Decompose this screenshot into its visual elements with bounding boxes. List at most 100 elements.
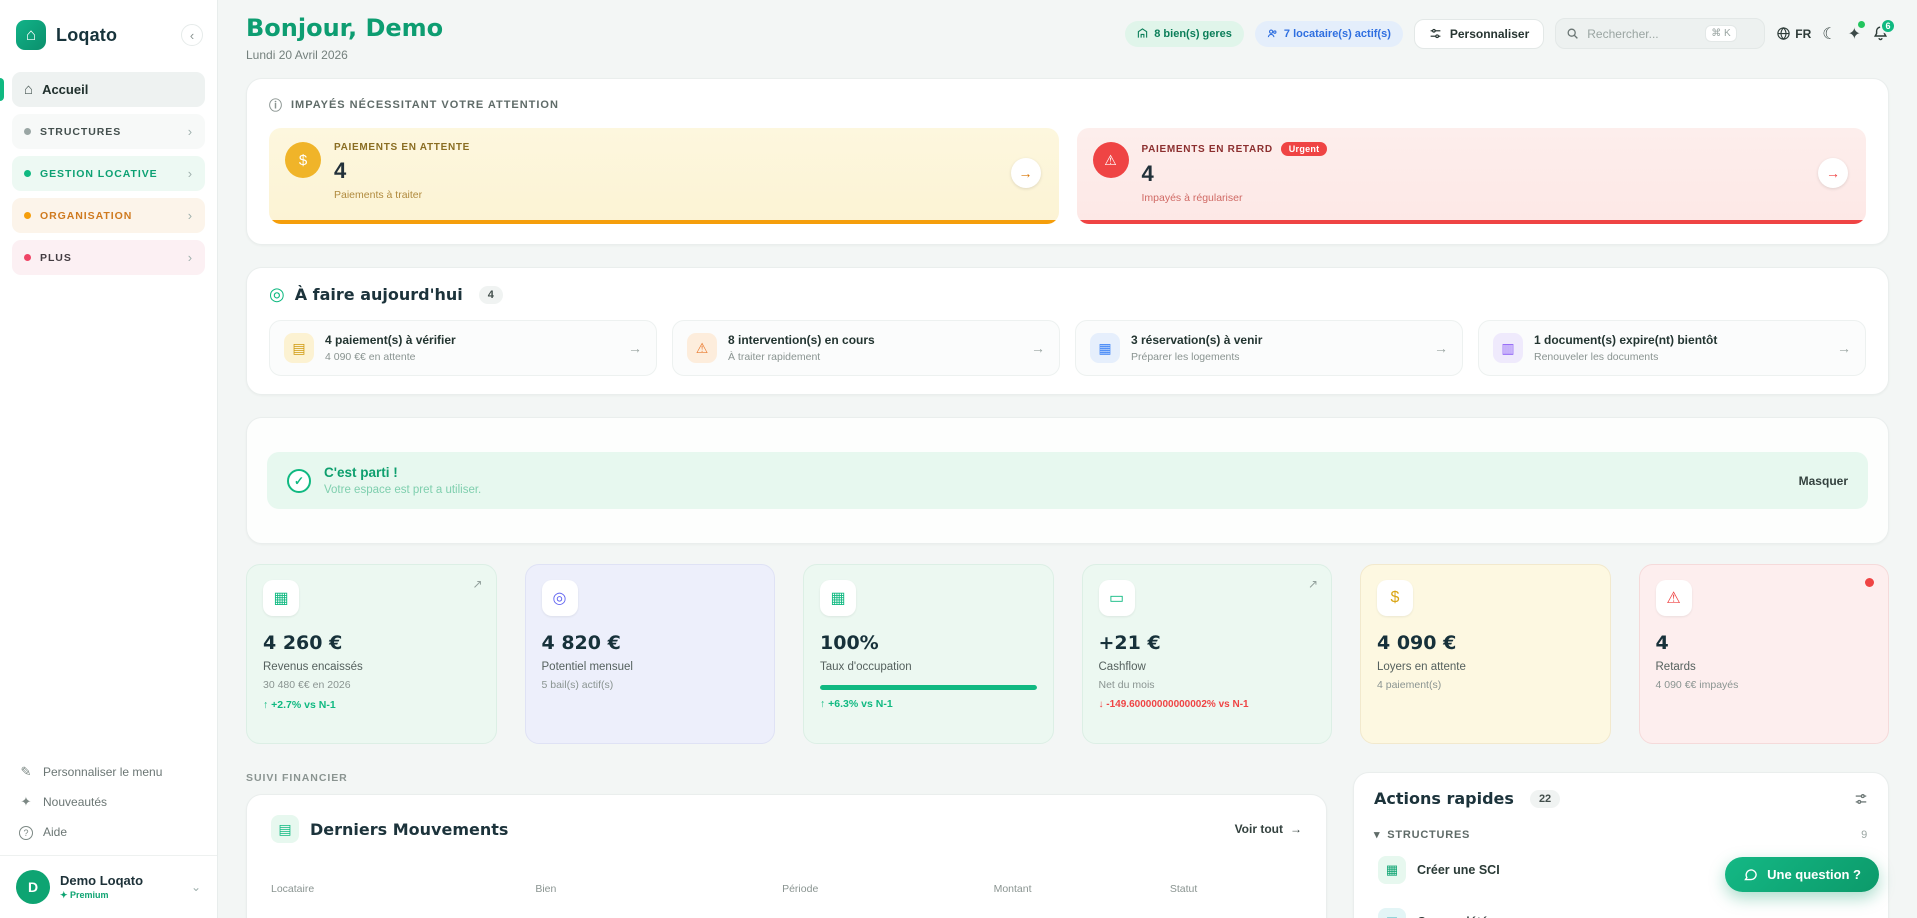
whats-new-link[interactable]: ✦ Nouveautés: [18, 787, 199, 817]
alert-subtitle: Impayés à régulariser: [1141, 192, 1243, 204]
onboarding-section: ✓ C'est parti ! Votre espace est pret a …: [246, 417, 1889, 544]
personalize-button[interactable]: Personnaliser: [1413, 18, 1545, 49]
logo-row: ⌂ Loqato ‹: [0, 0, 217, 68]
task-interventions[interactable]: ⚠ 8 intervention(s) en cours À traiter r…: [672, 320, 1060, 376]
pending-payments-card[interactable]: $ PAIEMENTS EN ATTENTE 4 Paiements à tra…: [269, 128, 1059, 224]
notifications-button[interactable]: 6: [1872, 18, 1896, 42]
sidebar-item-label: GESTION LOCATIVE: [40, 167, 158, 180]
sidebar-collapse-button[interactable]: ‹: [181, 24, 203, 46]
arrow-right-icon: →: [1290, 822, 1302, 836]
action-copropriete[interactable]: ▦ Copropriété +: [1374, 899, 1868, 918]
sidebar-item-accueil[interactable]: ⌂ Accueil: [0, 72, 205, 107]
occupancy-progress-bar: [820, 685, 1037, 690]
stat-potentiel-mensuel[interactable]: ◎ 4 820 € Potentiel mensuel 5 bail(s) ac…: [524, 564, 775, 744]
arrow-right-button[interactable]: →: [1818, 158, 1848, 188]
warning-icon: ⚠: [1092, 142, 1129, 178]
user-menu[interactable]: D Demo Loqato ✦ Premium ⌄: [0, 855, 217, 918]
sidebar-item-gestion-locative[interactable]: GESTION LOCATIVE ›: [12, 156, 205, 191]
stat-detail: 4 paiement(s): [1377, 679, 1442, 691]
sparkle-icon: ✦: [20, 794, 32, 809]
dark-mode-toggle[interactable]: ☾: [1822, 24, 1836, 44]
banner-title: C'est parti !: [324, 465, 398, 480]
home-icon: ⌂: [24, 81, 34, 98]
alert-content: PAIEMENTS EN ATTENTE 4 Paiements à trait…: [334, 142, 470, 204]
help-button-label: Une question ?: [1767, 867, 1861, 882]
task-expiring-documents[interactable]: ▥ 1 document(s) expire(nt) bientôt Renou…: [1478, 320, 1866, 376]
arrow-right-icon: →: [1031, 340, 1045, 356]
task-subtitle: À traiter rapidement: [728, 351, 821, 363]
task-reservations[interactable]: ▦ 3 réservation(s) à venir Préparer les …: [1075, 320, 1463, 376]
alerts-header: ⓘ IMPAYÉS NÉCESSITANT VOTRE ATTENTION: [269, 95, 1866, 114]
topbar-controls: 8 bien(s) geres 7 locataire(s) actif(s) …: [1125, 14, 1896, 49]
sidebar-item-structures[interactable]: STRUCTURES ›: [12, 114, 205, 149]
alert-value: 4: [334, 158, 347, 183]
people-icon: [1267, 29, 1277, 38]
sidebar-item-organisation[interactable]: ORGANISATION ›: [12, 198, 205, 233]
tenants-badge[interactable]: 7 locataire(s) actif(s): [1254, 20, 1403, 47]
globe-icon: [1777, 27, 1790, 40]
settings-button[interactable]: [1854, 792, 1868, 806]
stat-cashflow[interactable]: ▭ ↗ +21 € Cashflow Net du mois ↓ -149.60…: [1081, 564, 1332, 744]
stat-revenus-encaisses[interactable]: ▦ ↗ 4 260 € Revenus encaissés 30 480 €€ …: [246, 564, 497, 744]
search-box[interactable]: ⌘ K: [1555, 18, 1766, 49]
plus-button[interactable]: +: [1855, 914, 1864, 918]
unpaid-alerts-section: ⓘ IMPAYÉS NÉCESSITANT VOTRE ATTENTION $ …: [246, 78, 1889, 245]
whats-new-button[interactable]: ✦: [1848, 20, 1865, 44]
building-icon: [1138, 28, 1148, 38]
chevron-right-icon: ›: [187, 166, 193, 181]
credit-card-icon: ▭: [1098, 580, 1135, 616]
quick-actions-count-badge: 22: [1529, 789, 1561, 808]
task-payments-to-verify[interactable]: ▤ 4 paiement(s) à vérifier 4 090 €€ en a…: [269, 320, 657, 376]
help-link[interactable]: ? Aide: [18, 817, 199, 847]
properties-badge[interactable]: 8 bien(s) geres: [1125, 20, 1244, 47]
sidebar-item-label: PLUS: [40, 251, 72, 264]
see-all-label: Voir tout: [1234, 822, 1283, 836]
sidebar-nav: ⌂ Accueil STRUCTURES › GESTION LOCATIVE …: [0, 68, 217, 282]
sidebar: ⌂ Loqato ‹ ⌂ Accueil STRUCTURES › GESTIO…: [0, 0, 218, 918]
building-icon: ▦: [820, 580, 856, 616]
main-content: Bonjour, Demo Lundi 20 Avril 2026 8 bien…: [218, 0, 1917, 918]
bullet-icon: [24, 170, 31, 177]
arrow-right-button[interactable]: →: [1010, 158, 1041, 188]
today-section: ◎ À faire aujourd'hui 4 ▤ 4 paiement(s) …: [246, 267, 1889, 395]
keyboard-shortcut: ⌘ K: [1705, 25, 1737, 42]
building-icon: ▦: [1378, 908, 1406, 918]
group-structures[interactable]: ▾ STRUCTURES 9: [1374, 828, 1868, 842]
stat-label: Potentiel mensuel: [541, 661, 633, 673]
calendar-money-icon: ▦: [263, 580, 299, 616]
alerts-grid: $ PAIEMENTS EN ATTENTE 4 Paiements à tra…: [269, 128, 1866, 224]
stat-taux-occupation[interactable]: ▦ 100% Taux d'occupation ↑ +6.3% vs N-1: [803, 564, 1054, 744]
quick-actions-card: Actions rapides 22 ▾ STRUCTURES 9 ▦ Crée…: [1353, 772, 1889, 918]
stat-value: 4 090 €: [1377, 632, 1457, 654]
help-chat-button[interactable]: Une question ?: [1725, 857, 1879, 892]
stat-detail: 5 bail(s) actif(s): [541, 679, 614, 691]
info-icon: ⓘ: [269, 98, 283, 113]
alert-value: 4: [1141, 161, 1154, 186]
column-header: Locataire: [271, 883, 315, 895]
stat-value: 100%: [820, 632, 879, 654]
late-payments-card[interactable]: ⚠ PAIEMENTS EN RETARD Urgent 4 Impayés à…: [1076, 128, 1866, 224]
column-header: Période: [782, 883, 819, 895]
language-selector[interactable]: FR: [1776, 26, 1811, 41]
alert-icon: ⚠: [1655, 580, 1692, 616]
task-subtitle: 4 090 €€ en attente: [325, 351, 416, 363]
movements-table-header: Locataire Bien Période Montant Statut: [271, 883, 1302, 895]
sidebar-item-plus[interactable]: PLUS ›: [12, 240, 205, 275]
stat-loyers-en-attente[interactable]: $ 4 090 € Loyers en attente 4 paiement(s…: [1360, 564, 1611, 744]
external-link-icon: ↗: [1307, 577, 1318, 591]
task-subtitle: Préparer les logements: [1131, 351, 1240, 363]
bullet-icon: [24, 212, 31, 219]
see-all-link[interactable]: Voir tout →: [1235, 822, 1302, 836]
customize-menu-link[interactable]: ✎ Personnaliser le menu: [18, 757, 199, 787]
chevron-right-icon: ›: [187, 124, 193, 139]
chat-bubble-icon: [1744, 869, 1757, 881]
search-input[interactable]: [1587, 26, 1698, 41]
sliders-icon: [1430, 28, 1441, 39]
properties-badge-label: 8 bien(s) geres: [1154, 27, 1232, 40]
document-icon: ▤: [271, 815, 299, 843]
dismiss-banner-button[interactable]: Masquer: [1799, 474, 1848, 488]
stats-row: ▦ ↗ 4 260 € Revenus encaissés 30 480 €€ …: [246, 564, 1889, 744]
stat-retards[interactable]: ⚠ 4 Retards 4 090 €€ impayés: [1638, 564, 1889, 744]
question-icon: ?: [18, 824, 34, 840]
check-icon: ✓: [287, 468, 311, 493]
